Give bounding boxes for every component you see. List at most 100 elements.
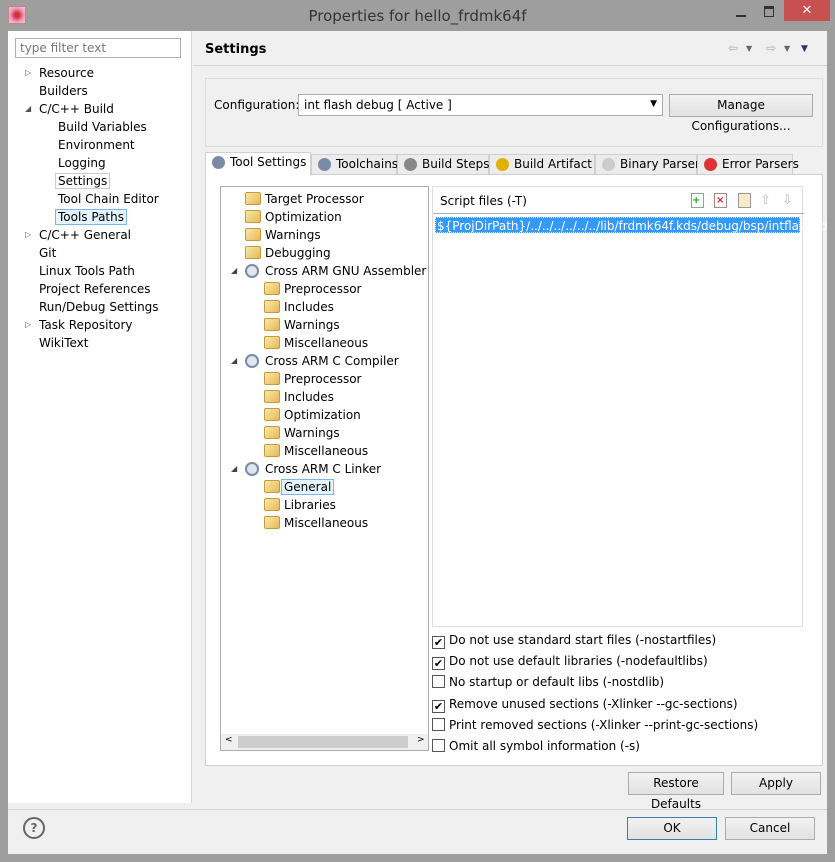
option-category-icon [264,282,280,295]
filter-input[interactable] [15,38,181,58]
tree-item[interactable]: Debugging [245,244,331,262]
manage-configurations-button[interactable]: Manage Configurations... [669,94,813,133]
tree-item[interactable]: Warnings [264,424,340,442]
tree-item-label: Cross ARM GNU Assembler [265,264,427,278]
nav-item[interactable]: Builders [39,82,88,100]
checkbox[interactable] [432,717,445,731]
tree-item[interactable]: ◢ Cross ARM GNU Assembler [231,262,427,280]
maximize-button[interactable] [764,6,774,17]
nav-item[interactable]: Project References [39,280,151,298]
nav-item[interactable]: Logging [58,154,106,172]
minimize-button[interactable] [736,15,746,17]
tab-build-artifact[interactable]: Build Artifact [489,154,595,175]
tree-item[interactable]: Includes [264,388,334,406]
tree-item[interactable]: Miscellaneous [264,442,368,460]
forward-icon[interactable]: ⇨ [766,41,776,55]
checkbox[interactable]: ✔ [432,636,445,649]
tree-item[interactable]: Libraries [264,496,336,514]
tree-item[interactable]: Warnings [264,316,340,334]
nav-item[interactable]: Run/Debug Settings [39,298,159,316]
checkbox[interactable] [432,739,445,752]
expanded-arrow-icon[interactable]: ◢ [231,460,237,478]
scroll-right-icon[interactable]: > [417,735,425,745]
help-icon[interactable]: ? [23,817,45,839]
script-files-list[interactable]: ${ProjDirPath}/../../../../../../lib/frd… [433,213,828,628]
nav-item[interactable]: Build Variables [58,118,147,136]
nav-item[interactable]: Linux Tools Path [39,262,135,280]
option-checkbox[interactable]: ✔ Remove unused sections (-Xlinker --gc-s… [432,696,738,714]
tab-build-steps[interactable]: Build Steps [397,154,490,175]
tree-item[interactable]: Optimization [264,406,361,424]
move-down-icon[interactable]: ⇩ [782,193,795,208]
trophy-icon [496,158,509,171]
scroll-left-icon[interactable]: < [225,735,233,745]
collapsed-arrow-icon[interactable]: ▷ [25,226,31,244]
nav-item[interactable]: Tool Chain Editor [58,190,159,208]
apply-button[interactable]: Apply [731,772,821,795]
tree-item-label: Libraries [284,498,336,512]
checkbox[interactable] [432,675,445,689]
tree-item[interactable]: ◢ Cross ARM C Linker [231,460,382,478]
tree-item[interactable]: Optimization [245,208,342,226]
cancel-button[interactable]: Cancel [725,817,815,840]
option-category-icon [264,516,280,529]
move-up-icon[interactable]: ⇧ [760,193,773,208]
close-button[interactable]: ✕ [784,0,830,21]
tree-item[interactable]: Miscellaneous [264,514,368,532]
tree-item-label: Optimization [265,210,342,224]
expanded-arrow-icon[interactable]: ◢ [25,100,31,118]
view-menu-icon[interactable]: ▼ [801,44,808,54]
ok-button[interactable]: OK [627,817,717,840]
tree-item[interactable]: Preprocessor [264,280,361,298]
delete-icon[interactable]: × [714,193,727,208]
scrollbar-thumb[interactable] [238,736,408,748]
collapsed-arrow-icon[interactable]: ▷ [25,316,31,334]
tree-item[interactable]: Miscellaneous [264,334,368,352]
option-checkbox[interactable]: No startup or default libs (-nostdlib) [432,674,664,692]
tree-item-label: Cross ARM C Linker [265,462,382,476]
tree-item[interactable]: Target Processor [245,190,364,208]
option-checkbox[interactable]: Print removed sections (-Xlinker --print… [432,717,758,735]
tab-tool-settings[interactable]: Tool Settings [205,152,311,176]
configuration-select[interactable]: int flash debug [ Active ] ▼ [298,94,663,116]
option-checkbox[interactable]: ✔ Do not use default libraries (-nodefaul… [432,653,708,671]
nav-item[interactable]: Settings [55,172,111,190]
expanded-arrow-icon[interactable]: ◢ [231,352,237,370]
tree-item[interactable]: Warnings [245,226,321,244]
expanded-arrow-icon[interactable]: ◢ [231,262,237,280]
option-checkbox[interactable]: ✔ Do not use standard start files (-nosta… [432,632,716,650]
collapsed-arrow-icon[interactable]: ▷ [25,64,31,82]
nav-item-label: Logging [58,156,106,170]
nav-item[interactable]: Environment [58,136,135,154]
tree-item[interactable]: General [264,478,335,496]
back-icon[interactable]: ⇦ [728,41,738,55]
nav-item[interactable]: Tools Paths [55,208,127,226]
nav-item[interactable]: WikiText [39,334,89,352]
tab-toolchains[interactable]: Toolchains [311,154,398,175]
checkbox[interactable]: ✔ [432,657,445,671]
configuration-value: int flash debug [ Active ] [304,98,452,112]
nav-item[interactable]: ▷ Resource [25,64,94,82]
tree-item[interactable]: Preprocessor [264,370,361,388]
restore-defaults-button[interactable]: Restore Defaults [628,772,724,811]
tree-item[interactable]: Includes [264,298,334,316]
nav-item[interactable]: ◢ C/C++ Build [25,100,114,118]
nav-item[interactable]: ▷ Task Repository [25,316,133,334]
option-label: Do not use standard start files (-nostar… [449,633,717,647]
checkbox[interactable]: ✔ [432,699,445,713]
add-icon[interactable]: + [691,193,704,208]
option-category-icon [245,228,261,241]
horizontal-scrollbar[interactable]: < > [221,734,428,750]
list-item[interactable]: ${ProjDirPath}/../../../../../../lib/frd… [435,217,828,233]
option-checkbox[interactable]: Omit all symbol information (-s) [432,738,640,756]
tab-binary-parsers[interactable]: Binary Parsers [595,154,706,175]
tab-error-parsers[interactable]: Error Parsers [697,154,799,175]
option-category-icon [264,300,280,313]
tree-item-label: Target Processor [265,192,364,206]
forward-menu-icon[interactable]: ▼ [784,44,790,53]
tree-item[interactable]: ◢ Cross ARM C Compiler [231,352,399,370]
edit-icon[interactable] [738,193,751,208]
nav-item[interactable]: ▷ C/C++ General [25,226,131,244]
back-menu-icon[interactable]: ▼ [746,44,752,53]
nav-item[interactable]: Git [39,244,56,262]
